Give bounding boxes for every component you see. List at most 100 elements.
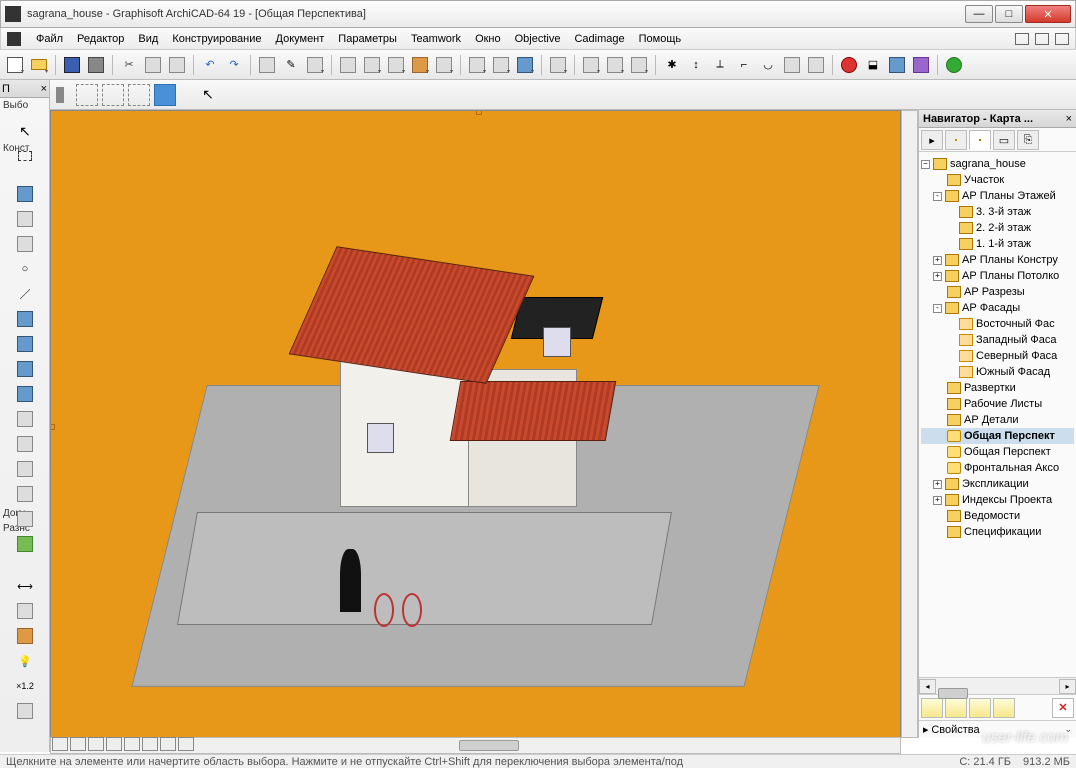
- tool-lamp[interactable]: 💡: [13, 650, 37, 672]
- nav-btn-delete[interactable]: ✕: [1052, 698, 1074, 718]
- menu-document[interactable]: Документ: [269, 31, 332, 47]
- menu-construction[interactable]: Конструирование: [165, 31, 268, 47]
- app-menu-icon[interactable]: [7, 32, 21, 46]
- tree-item[interactable]: +АР Планы Потолко: [921, 268, 1074, 284]
- minimize-button[interactable]: —: [965, 5, 993, 23]
- tree-item[interactable]: -АР Планы Этажей: [921, 188, 1074, 204]
- align4-button[interactable]: ⌐: [733, 54, 755, 76]
- tree-item[interactable]: АР Детали: [921, 412, 1074, 428]
- tree-item[interactable]: Участок: [921, 172, 1074, 188]
- tool-dim[interactable]: ⟷: [13, 575, 37, 597]
- undo-button[interactable]: ↶: [199, 54, 221, 76]
- tree-item[interactable]: Спецификации: [921, 524, 1074, 540]
- maximize-button[interactable]: □: [995, 5, 1023, 23]
- expand-icon[interactable]: +: [933, 480, 942, 489]
- resize-handle-right[interactable]: [50, 424, 55, 430]
- tool-skylight[interactable]: [13, 408, 37, 430]
- dim-button[interactable]: [628, 54, 650, 76]
- tool-stair[interactable]: [13, 333, 37, 355]
- navigator-close-icon[interactable]: ×: [1066, 113, 1072, 125]
- align1-button[interactable]: ✱: [661, 54, 683, 76]
- tool-beam[interactable]: ／: [13, 283, 37, 305]
- tool-arrow[interactable]: ↖: [13, 120, 37, 142]
- open-button[interactable]: [28, 54, 50, 76]
- pin-icon[interactable]: [56, 87, 64, 103]
- tool-text[interactable]: ×1.2: [13, 675, 37, 697]
- align7-button[interactable]: [805, 54, 827, 76]
- tree-item[interactable]: 1. 1-й этаж: [921, 236, 1074, 252]
- menu-parameters[interactable]: Параметры: [331, 31, 404, 47]
- mode-single[interactable]: [76, 84, 98, 106]
- expand-icon[interactable]: +: [933, 256, 942, 265]
- expand-icon[interactable]: −: [921, 160, 930, 169]
- menu-editor[interactable]: Редактор: [70, 31, 131, 47]
- snap1-button[interactable]: [337, 54, 359, 76]
- extra3-button[interactable]: [886, 54, 908, 76]
- tree-root[interactable]: − sagrana_house: [921, 156, 1074, 172]
- tool-curtain[interactable]: [13, 433, 37, 455]
- nav-zoom-out-icon[interactable]: [124, 737, 140, 751]
- cut-button[interactable]: ✂: [118, 54, 140, 76]
- left-panel-close-icon[interactable]: ×: [41, 83, 47, 95]
- tool-marquee[interactable]: [13, 145, 37, 167]
- menu-cadimage[interactable]: Cadimage: [567, 31, 631, 47]
- mdi-restore-button[interactable]: [1035, 33, 1049, 45]
- view-button[interactable]: [514, 54, 536, 76]
- scroll-left-icon[interactable]: ◂: [919, 679, 936, 694]
- tree-item[interactable]: Восточный Фас: [921, 316, 1074, 332]
- tree-item[interactable]: Южный Фасад: [921, 364, 1074, 380]
- tree-item[interactable]: 2. 2-й этаж: [921, 220, 1074, 236]
- 3d-viewport[interactable]: [50, 110, 901, 738]
- tree-item[interactable]: +АР Планы Констру: [921, 252, 1074, 268]
- tree-item[interactable]: +Индексы Проекта: [921, 492, 1074, 508]
- nav-btn-2[interactable]: [945, 698, 967, 718]
- mdi-close-button[interactable]: [1055, 33, 1069, 45]
- nav-next-icon[interactable]: [160, 737, 176, 751]
- nav-btn-4[interactable]: [993, 698, 1015, 718]
- nav-prev-icon[interactable]: [142, 737, 158, 751]
- menu-teamwork[interactable]: Teamwork: [404, 31, 468, 47]
- tree-item[interactable]: +Экспликации: [921, 476, 1074, 492]
- expand-icon[interactable]: +: [933, 496, 942, 505]
- nav-home-icon[interactable]: [178, 737, 194, 751]
- sub-arrow[interactable]: ↖: [196, 84, 220, 106]
- align3-button[interactable]: ⟂: [709, 54, 731, 76]
- pick-button[interactable]: [256, 54, 278, 76]
- tree-item[interactable]: 3. 3-й этаж: [921, 204, 1074, 220]
- extra1-button[interactable]: [838, 54, 860, 76]
- tool-camera[interactable]: [13, 700, 37, 722]
- extra4-button[interactable]: [910, 54, 932, 76]
- close-button[interactable]: ✕: [1025, 5, 1071, 23]
- measure-button[interactable]: [580, 54, 602, 76]
- ruler-button[interactable]: [604, 54, 626, 76]
- new-button[interactable]: [4, 54, 26, 76]
- mode-rect[interactable]: [128, 84, 150, 106]
- tool-more1[interactable]: [13, 600, 37, 622]
- snap2-button[interactable]: [361, 54, 383, 76]
- marker-button[interactable]: [304, 54, 326, 76]
- viewport-scrollbar-vertical[interactable]: [901, 110, 918, 738]
- tree-item[interactable]: Развертки: [921, 380, 1074, 396]
- tree-item[interactable]: Фронтальная Аксо: [921, 460, 1074, 476]
- highlighter-button[interactable]: ✎: [280, 54, 302, 76]
- navigator-tree[interactable]: − sagrana_house Участок-АР Планы Этажей3…: [919, 152, 1076, 677]
- nav-tab-publisher[interactable]: ⎘: [1017, 130, 1039, 150]
- menu-view[interactable]: Вид: [131, 31, 165, 47]
- tree-item[interactable]: -АР Фасады: [921, 300, 1074, 316]
- align6-button[interactable]: [781, 54, 803, 76]
- menu-window[interactable]: Окно: [468, 31, 508, 47]
- extra2-button[interactable]: ⬓: [862, 54, 884, 76]
- navigator-properties[interactable]: ▸ Свойства ⌄: [919, 720, 1076, 738]
- menu-help[interactable]: Помощь: [632, 31, 689, 47]
- grid-button[interactable]: [547, 54, 569, 76]
- nav-btn-1[interactable]: [921, 698, 943, 718]
- nav-btn-3[interactable]: [969, 698, 991, 718]
- align5-button[interactable]: ◡: [757, 54, 779, 76]
- tool-morph[interactable]: [13, 458, 37, 480]
- expand-icon[interactable]: -: [933, 304, 942, 313]
- snap4-button[interactable]: [409, 54, 431, 76]
- tree-item[interactable]: АР Разрезы: [921, 284, 1074, 300]
- layer-button[interactable]: [466, 54, 488, 76]
- nav-tab-layout[interactable]: ▭: [993, 130, 1015, 150]
- tree-item[interactable]: Рабочие Листы: [921, 396, 1074, 412]
